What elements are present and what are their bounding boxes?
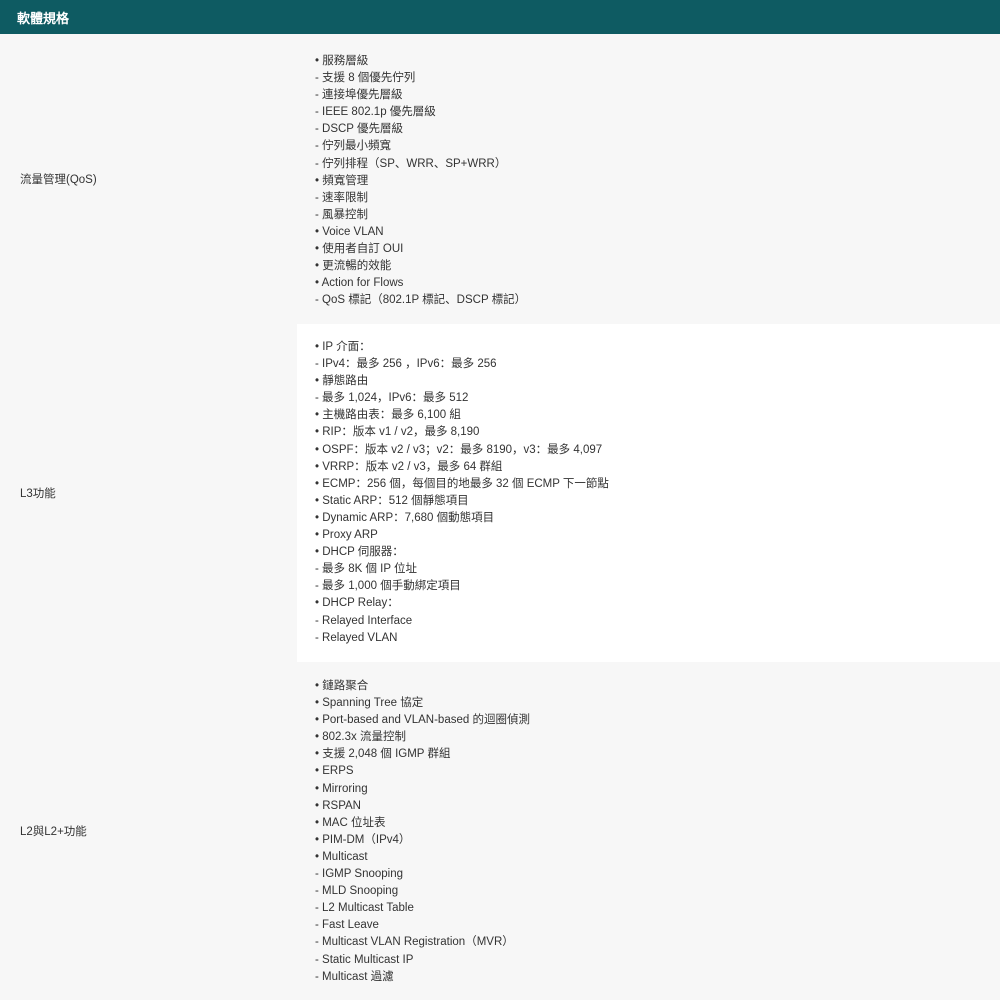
list-item: • 主機路由表：最多 6,100 組 (315, 409, 461, 422)
list-item: • Multicast (315, 850, 368, 863)
row-label-cell: L2與L2+功能 (0, 662, 297, 1000)
list-item: - Relayed Interface (315, 614, 413, 627)
list-item: - IPv4：最多 256 ，IPv6：最多 256 (315, 358, 497, 371)
feature-list-qos: • 服務層級 - 支援 8 個優先佇列 - 連接埠優先層級 - IEEE 802… (315, 53, 526, 309)
header-title: 軟體規格 (17, 10, 70, 26)
row-label-qos: 流量管理(QoS) (20, 174, 97, 186)
list-item: • RIP：版本 v1 / v2，最多 8,190 (315, 426, 480, 439)
list-item: • PIM-DM（IPv4） (315, 833, 411, 846)
row-label-l3: L3功能 (20, 488, 56, 500)
list-item: - Static Multicast IP (315, 953, 414, 966)
list-item: - L2 Multicast Table (315, 902, 414, 915)
list-item: - Multicast 過濾 (315, 970, 394, 983)
list-item: - 最多 1,000 個手動綁定項目 (315, 580, 461, 593)
list-item: • 靜態路由 (315, 375, 369, 388)
list-item: • Dynamic ARP：7,680 個動態項目 (315, 511, 495, 524)
list-item: - 最多 8K 個 IP 位址 (315, 563, 418, 576)
feature-list-l2: • 鏈路聚合 • Spanning Tree 協定 • Port-based a… (315, 678, 530, 986)
list-item: - 風暴控制 (315, 208, 369, 221)
list-item: • Port-based and VLAN-based 的迴圈偵測 (315, 714, 530, 727)
list-item: • DHCP 伺服器： (315, 546, 404, 559)
list-item: - IEEE 802.1p 優先層級 (315, 106, 436, 119)
list-item: • DHCP Relay： (315, 597, 399, 610)
row-label-cell: 流量管理(QoS) (0, 34, 297, 324)
list-item: - 速率限制 (315, 191, 369, 204)
spec-row-l3: L3功能 • IP 介面： - IPv4：最多 256 ，IPv6：最多 256… (0, 324, 1000, 662)
list-item: • VRRP：版本 v2 / v3，最多 64 群組 (315, 460, 503, 473)
list-item: • Static ARP：512 個靜態項目 (315, 494, 469, 507)
list-item: • Action for Flows (315, 277, 404, 290)
spec-row-l2: L2與L2+功能 • 鏈路聚合 • Spanning Tree 協定 • Por… (0, 662, 1000, 1000)
list-item: - Multicast VLAN Registration（MVR） (315, 936, 514, 949)
list-item: • 鏈路聚合 (315, 680, 369, 692)
list-item: • OSPF：版本 v2 / v3；v2：最多 8190，v3：最多 4,097 (315, 443, 603, 456)
list-item: • Proxy ARP (315, 529, 378, 542)
list-item: • 服務層級 (315, 55, 369, 67)
list-item: • ECMP：256 個，每個目的地最多 32 個 ECMP 下一節點 (315, 477, 609, 490)
row-label-l2: L2與L2+功能 (20, 826, 87, 838)
list-item: - Fast Leave (315, 919, 379, 932)
list-item: - IGMP Snooping (315, 868, 404, 881)
spec-row-qos: 流量管理(QoS) • 服務層級 - 支援 8 個優先佇列 - 連接埠優先層級 … (0, 34, 1000, 324)
row-content-cell: • 鏈路聚合 • Spanning Tree 協定 • Port-based a… (297, 662, 1000, 1000)
row-label-cell: L3功能 (0, 324, 297, 662)
feature-list-l3: • IP 介面： - IPv4：最多 256 ，IPv6：最多 256 • 靜態… (315, 339, 609, 647)
list-item: • Spanning Tree 協定 (315, 697, 424, 710)
list-item: - DSCP 優先層級 (315, 123, 403, 136)
list-item: - 佇列最小頻寬 (315, 140, 392, 153)
list-item: - Relayed VLAN (315, 631, 398, 644)
list-item: • IP 介面： (315, 341, 371, 353)
list-item: - 最多 1,024，IPv6：最多 512 (315, 392, 469, 405)
list-item: • MAC 位址表 (315, 816, 386, 829)
list-item: - 佇列排程（SP、WRR、SP+WRR） (315, 157, 507, 170)
list-item: • 支援 2,048 個 IGMP 群組 (315, 748, 451, 761)
list-item: - QoS 標記（802.1P 標記、DSCP 標記） (315, 294, 527, 307)
list-item: • RSPAN (315, 799, 361, 812)
row-content-cell: • IP 介面： - IPv4：最多 256 ，IPv6：最多 256 • 靜態… (297, 324, 1000, 662)
list-item: • 更流暢的效能 (315, 260, 392, 273)
list-item: • ERPS (315, 765, 354, 778)
list-item: - 連接埠優先層級 (315, 89, 403, 102)
list-item: • 頻寬管理 (315, 174, 369, 187)
list-item: • Voice VLAN (315, 225, 384, 238)
spec-table-header: 軟體規格 (0, 0, 1000, 34)
list-item: - MLD Snooping (315, 885, 399, 898)
list-item: • 使用者自訂 OUI (315, 243, 404, 256)
list-item: • 802.3x 流量控制 (315, 731, 406, 744)
list-item: • Mirroring (315, 782, 368, 795)
list-item: - 支援 8 個優先佇列 (315, 72, 416, 85)
row-content-cell: • 服務層級 - 支援 8 個優先佇列 - 連接埠優先層級 - IEEE 802… (297, 34, 1000, 324)
